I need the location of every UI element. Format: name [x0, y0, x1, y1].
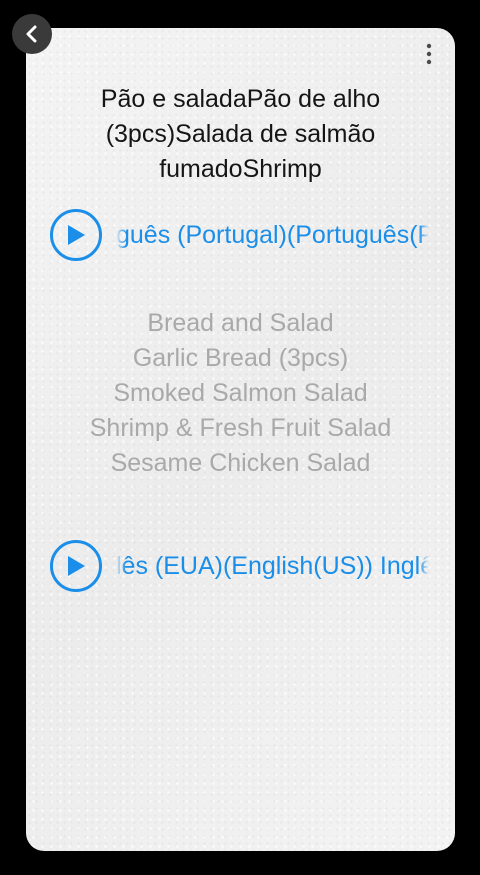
menu-item: Shrimp & Fresh Fruit Salad: [89, 414, 392, 442]
audio-row-portuguese: guês (Portugal)(Português(Portugal)): [50, 206, 429, 264]
menu-item: Sesame Chicken Salad: [110, 449, 371, 477]
language-label-portuguese: guês (Portugal)(Português(Portugal)): [116, 220, 429, 249]
audio-row-english: lês (EUA)(English(US)) Inglês (EUA): [50, 537, 429, 595]
play-icon: [68, 556, 85, 576]
play-portuguese-button[interactable]: [50, 209, 102, 261]
chevron-left-icon: [26, 25, 37, 43]
translation-card: Pão e saladaPão de alho (3pcs)Salada de …: [26, 28, 455, 851]
play-english-button[interactable]: [50, 540, 102, 592]
language-label-english: lês (EUA)(English(US)) Inglês (EUA): [116, 551, 429, 580]
back-button[interactable]: [12, 14, 52, 54]
menu-item: Garlic Bread (3pcs): [132, 344, 349, 372]
menu-item: Bread and Salad: [147, 309, 334, 337]
menu-item: Smoked Salmon Salad: [113, 379, 368, 407]
more-options-button[interactable]: [417, 42, 441, 66]
menu-item-list: Bread and Salad Garlic Bread (3pcs) Smok…: [26, 306, 455, 481]
more-vertical-icon: [426, 43, 432, 65]
play-icon: [68, 225, 85, 245]
translated-title: Pão e saladaPão de alho (3pcs)Salada de …: [100, 85, 381, 183]
